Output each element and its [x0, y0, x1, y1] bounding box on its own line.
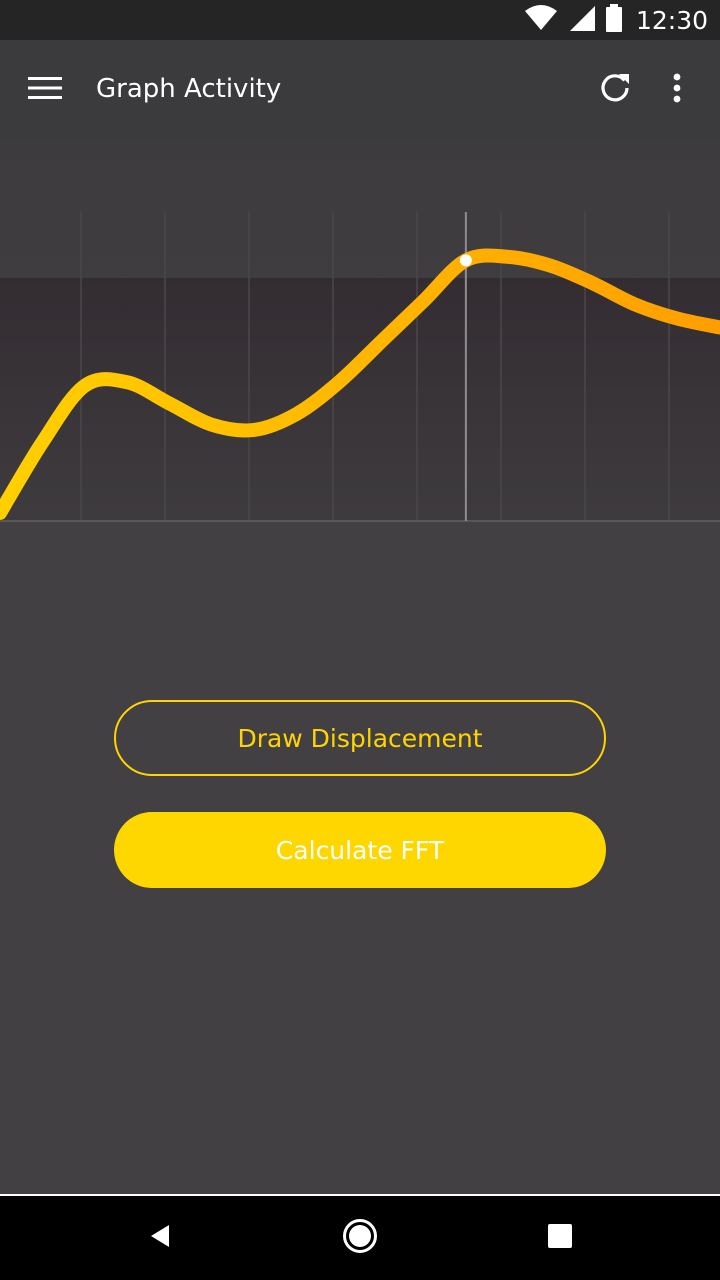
wifi-icon [524, 5, 558, 35]
cell-signal-icon [568, 4, 596, 36]
plot-band [0, 278, 720, 520]
refresh-icon [598, 71, 632, 109]
recents-button[interactable] [532, 1210, 588, 1266]
chart-svg [0, 138, 720, 538]
status-icons: 12:30 [524, 0, 708, 40]
draw-displacement-button[interactable]: Draw Displacement [114, 700, 606, 776]
displacement-chart [0, 138, 720, 538]
more-options-button[interactable] [652, 65, 702, 115]
status-bar: 12:30 [0, 0, 720, 40]
back-button[interactable] [132, 1210, 188, 1266]
calculate-fft-button[interactable]: Calculate FFT [114, 812, 606, 888]
status-time: 12:30 [635, 5, 708, 35]
screen: 12:30 Graph Activity Draw Displacement C… [0, 0, 720, 1280]
app-bar: Graph Activity [0, 40, 720, 138]
battery-icon [605, 4, 622, 36]
recents-icon [548, 1224, 572, 1252]
navigation-bar [0, 1196, 720, 1280]
home-icon [342, 1218, 378, 1258]
refresh-button[interactable] [590, 65, 640, 115]
back-icon [147, 1223, 173, 1253]
menu-button[interactable] [20, 65, 70, 115]
highlight-point[interactable] [459, 254, 472, 267]
page-title: Graph Activity [96, 74, 282, 104]
menu-icon [28, 76, 62, 104]
home-button[interactable] [332, 1210, 388, 1266]
more-vert-icon [672, 73, 682, 107]
